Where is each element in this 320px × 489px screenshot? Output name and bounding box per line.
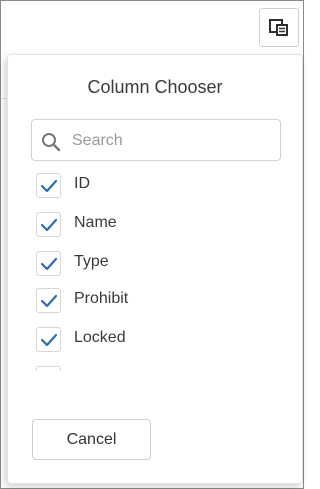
popup-title: Column Chooser — [87, 77, 223, 97]
checkbox-clipped[interactable] — [36, 366, 61, 371]
column-item-clipped[interactable] — [31, 360, 281, 371]
search-icon — [42, 133, 61, 152]
column-label: Name — [74, 214, 117, 231]
checkmark-icon — [40, 333, 57, 346]
checkmark-icon — [40, 218, 57, 231]
checkbox-prohibit[interactable] — [36, 288, 61, 313]
checkmark-icon — [40, 179, 57, 192]
column-label: Locked — [74, 329, 126, 346]
checkbox-name[interactable] — [36, 212, 61, 237]
column-item-locked[interactable]: Locked — [31, 321, 281, 357]
search-input[interactable] — [72, 128, 272, 154]
column-label: ID — [74, 175, 90, 192]
checkmark-icon — [40, 294, 57, 307]
checkmark-icon — [40, 257, 57, 270]
column-chooser-icon — [269, 18, 288, 36]
checkbox-id[interactable] — [36, 173, 61, 198]
checkbox-type[interactable] — [36, 251, 61, 276]
column-chooser-popup: Column Chooser ID — [7, 54, 303, 484]
cancel-button[interactable]: Cancel — [32, 419, 151, 460]
search-box[interactable] — [31, 119, 281, 161]
column-item-name[interactable]: Name — [31, 206, 281, 242]
checkbox-locked[interactable] — [36, 327, 61, 352]
column-list: ID Name Type Prohibit Locked — [31, 167, 291, 371]
column-label: Prohibit — [74, 290, 129, 307]
column-label: Type — [74, 253, 109, 270]
column-item-type[interactable]: Type — [31, 245, 281, 281]
column-item-id[interactable]: ID — [31, 167, 281, 203]
window-frame: Column Chooser ID — [0, 0, 304, 489]
column-item-prohibit[interactable]: Prohibit — [31, 282, 281, 318]
column-chooser-button[interactable] — [259, 8, 299, 47]
